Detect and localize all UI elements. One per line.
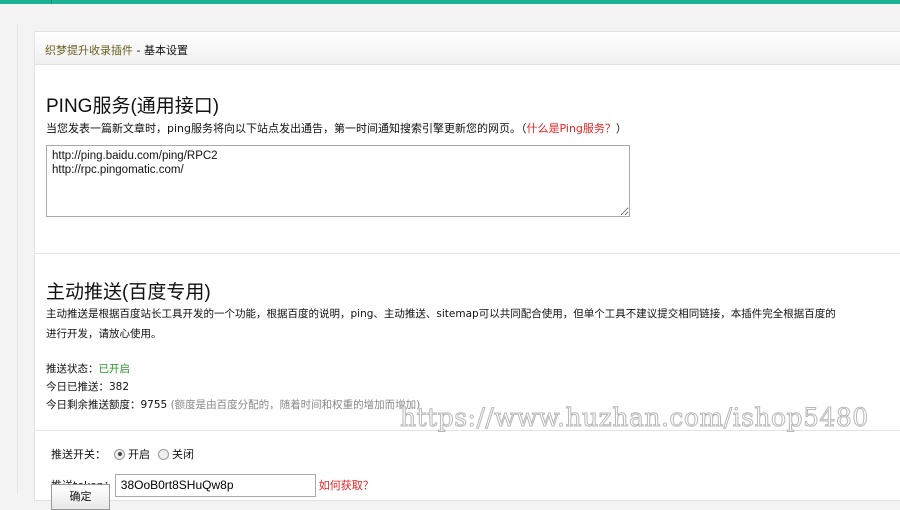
ping-urls-textarea[interactable]: http://ping.baidu.com/ping/RPC2 http://r… [46,145,630,217]
how-to-get-link[interactable]: 如何获取？ [319,477,374,493]
push-title: 主动推送(百度专用) [46,282,211,303]
breadcrumb-plugin[interactable]: 织梦提升收录插件 [45,44,133,57]
panel-header: 织梦提升收录插件 - 基本设置 [35,32,900,65]
push-status: 推送状态：已开启 [46,363,130,375]
switch-label: 推送开关： [51,448,106,461]
ping-desc: 当您发表一篇新文章时，ping服务将向以下站点发出通告，第一时间通知搜索引擎更新… [46,122,627,135]
breadcrumb-page: 基本设置 [143,44,188,57]
watermark: https://www.huzhan.com/ishop5480 [400,403,869,433]
radio-off[interactable] [158,448,169,460]
what-is-ping-link[interactable]: 什么是Ping服务？ [527,122,616,135]
today-pushed: 今日已推送：382 [46,381,130,393]
token-input[interactable] [114,473,316,497]
ping-title: PING服务(通用接口) [46,96,220,117]
ping-section: PING服务(通用接口) 当您发表一篇新文章时，ping服务将向以下站点发出通告… [35,65,900,254]
top-bar [0,0,900,4]
submit-button[interactable]: 确定 [51,484,110,510]
radio-on[interactable] [114,448,125,460]
push-form: 推送开关：开启关闭 推送token：如何获取？ [35,431,900,509]
push-desc: 主动推送是根据百度站长工具开发的一个功能，根据百度的说明，ping、主动推送、s… [46,308,836,340]
